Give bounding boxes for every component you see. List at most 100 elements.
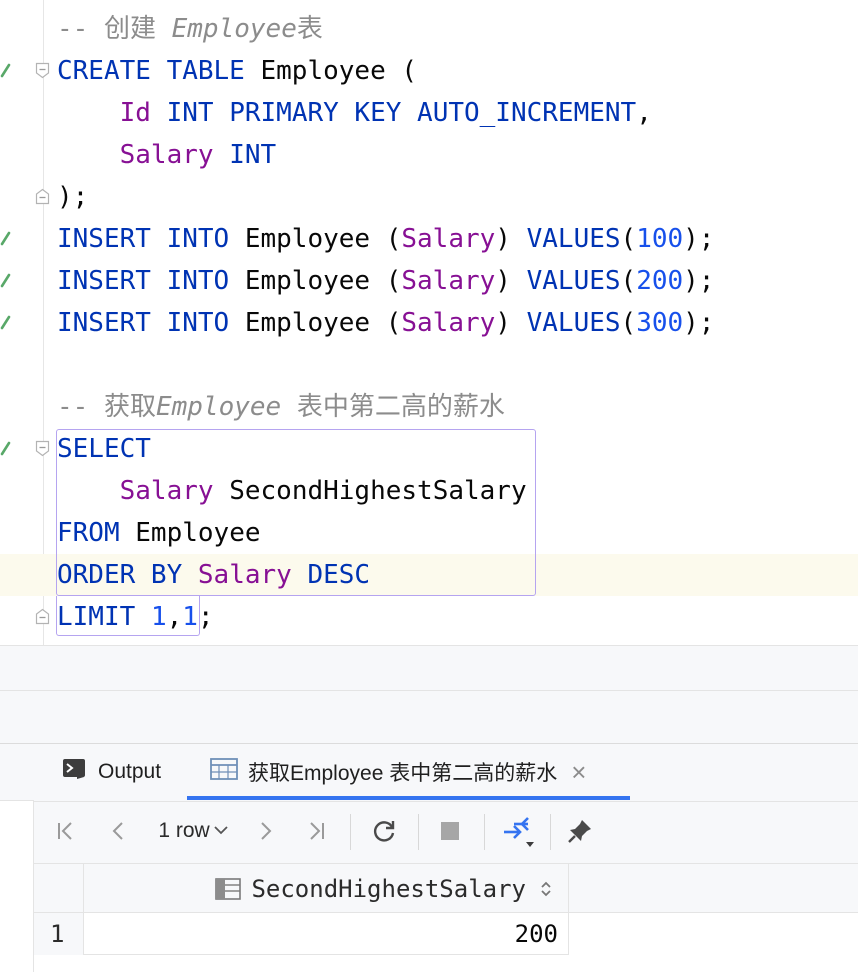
fold-open-icon[interactable] <box>35 62 50 79</box>
code-token: INT <box>213 140 277 170</box>
column-icon <box>215 877 242 901</box>
console-icon <box>62 757 88 787</box>
code-line[interactable]: CREATE TABLE Employee ( <box>57 50 417 92</box>
table-icon <box>210 758 238 786</box>
code-token: -- 创建 <box>57 14 172 44</box>
code-token: ) <box>495 224 527 254</box>
code-line[interactable]: -- 创建 Employee表 <box>57 8 323 50</box>
code-token: ); <box>57 182 89 212</box>
code-token: ( <box>620 308 637 338</box>
stop-icon[interactable] <box>436 814 464 848</box>
toolbar-separator <box>484 814 485 850</box>
tab-output[interactable]: Output <box>62 744 161 800</box>
code-token: Employee <box>155 392 282 422</box>
refresh-icon[interactable] <box>368 814 400 848</box>
code-token: , <box>636 98 652 128</box>
fold-open-icon[interactable] <box>35 440 50 457</box>
active-tab-indicator <box>187 796 630 800</box>
row-number-header <box>34 864 84 914</box>
selected-statement-outline-tail <box>56 596 200 636</box>
run-marker-icon[interactable] <box>0 315 12 331</box>
code-token: Employee ( <box>229 266 402 296</box>
toolbar-separator <box>550 814 551 850</box>
code-token: ; <box>197 602 214 632</box>
table-row[interactable]: 1 200 <box>34 913 858 955</box>
code-token: Id <box>119 98 151 128</box>
code-token: INSERT INTO <box>57 308 230 338</box>
run-marker-icon[interactable] <box>0 63 12 79</box>
code-line[interactable]: INSERT INTO Employee (Salary) VALUES(200… <box>57 260 714 302</box>
column-header-secondhighestsalary[interactable]: SecondHighestSalary <box>84 864 569 914</box>
code-token: Employee ( <box>244 56 418 86</box>
fold-close-icon[interactable] <box>35 188 50 205</box>
row-count-label: 1 row <box>158 819 210 842</box>
pin-tab-icon[interactable] <box>564 814 596 848</box>
panel-gap <box>0 691 858 743</box>
code-token: Salary <box>119 140 214 170</box>
editor-horizontal-scroll-area <box>0 645 858 691</box>
run-marker-icon[interactable] <box>0 441 12 457</box>
code-token: Salary <box>401 266 496 296</box>
sql-editor[interactable]: -- 创建 Employee表 CREATE TABLE Employee ( I… <box>0 0 858 645</box>
gutter-divider <box>43 0 44 645</box>
code-token: VALUES <box>526 224 621 254</box>
tab-query-result[interactable]: 获取Employee 表中第二高的薪水 × <box>210 744 586 800</box>
code-token: 200 <box>636 266 684 296</box>
code-token: ) <box>495 266 527 296</box>
code-line[interactable]: -- 获取Employee 表中第二高的薪水 <box>57 386 505 428</box>
selected-statement-outline <box>56 429 536 596</box>
sort-icon[interactable] <box>540 880 552 898</box>
code-token: INT PRIMARY KEY AUTO_INCREMENT <box>150 98 637 128</box>
last-page-icon[interactable] <box>302 814 330 848</box>
code-token: -- 获取 <box>57 392 156 422</box>
result-toolbar: 1 row <box>34 801 858 861</box>
result-grid[interactable]: SecondHighestSalary 1 200 <box>34 863 858 972</box>
code-token: 表中第二高的薪水 <box>281 392 505 422</box>
close-tab-icon[interactable]: × <box>571 759 586 785</box>
column-header-label: SecondHighestSalary <box>251 875 526 903</box>
row-number: 1 <box>34 913 84 955</box>
code-token: INSERT INTO <box>57 266 230 296</box>
code-token: 300 <box>636 308 684 338</box>
toolbar-separator <box>350 814 351 850</box>
code-token: 表 <box>296 14 323 44</box>
code-token: Employee ( <box>229 308 402 338</box>
run-marker-icon[interactable] <box>0 231 12 247</box>
code-line[interactable]: Id INT PRIMARY KEY AUTO_INCREMENT, <box>57 92 652 134</box>
chevron-down-icon <box>214 822 228 840</box>
code-line[interactable]: Salary INT <box>57 134 277 176</box>
panel-left-strip <box>0 800 34 972</box>
code-line[interactable]: ); <box>57 176 88 218</box>
code-token: INSERT INTO <box>57 224 230 254</box>
toolbar-separator <box>418 814 419 850</box>
run-marker-icon[interactable] <box>0 273 12 289</box>
code-token: Employee <box>171 14 297 44</box>
tab-query-result-label: 获取Employee 表中第二高的薪水 <box>248 762 558 785</box>
code-token: ); <box>683 308 715 338</box>
services-panel: Output 获取Employee 表中第二高的薪水 × 1 row Secon… <box>0 743 858 972</box>
grid-header-row: SecondHighestSalary <box>34 863 858 914</box>
code-token: CREATE TABLE <box>57 56 245 86</box>
fold-close-icon[interactable] <box>35 608 50 625</box>
previous-page-icon[interactable] <box>104 814 132 848</box>
code-token: ) <box>495 308 527 338</box>
code-token: ); <box>683 224 715 254</box>
code-token: VALUES <box>526 308 621 338</box>
cell-secondhighestsalary[interactable]: 200 <box>84 913 569 955</box>
transaction-mode-icon[interactable] <box>498 814 538 848</box>
code-token: Employee ( <box>229 224 402 254</box>
code-token: Salary <box>401 308 496 338</box>
code-line[interactable]: INSERT INTO Employee (Salary) VALUES(100… <box>57 218 714 260</box>
first-page-icon[interactable] <box>52 814 80 848</box>
tab-output-label: Output <box>98 760 162 783</box>
code-token: ( <box>620 266 637 296</box>
code-token: ); <box>683 266 715 296</box>
code-token: VALUES <box>526 266 621 296</box>
code-token: 100 <box>636 224 684 254</box>
next-page-icon[interactable] <box>252 814 280 848</box>
code-token: ( <box>620 224 637 254</box>
row-count-selector[interactable]: 1 row <box>152 814 234 848</box>
code-line[interactable]: INSERT INTO Employee (Salary) VALUES(300… <box>57 302 714 344</box>
